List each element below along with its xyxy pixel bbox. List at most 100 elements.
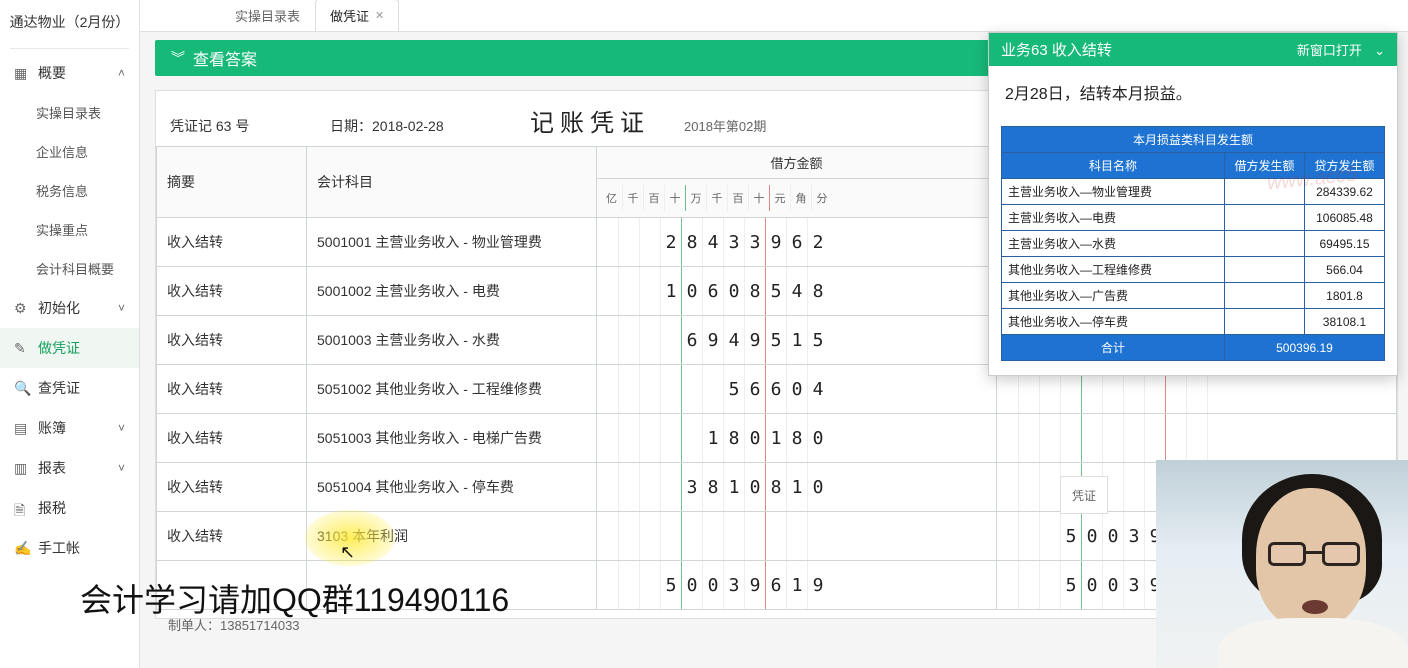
cell-account[interactable]: 5051003 其他业务收入 - 电梯广告费	[307, 414, 597, 463]
sidebar: 通达物业（2月份） ▦概要˄实操目录表企业信息税务信息实操重点会计科目概要⚙初始…	[0, 0, 140, 668]
answer-float-panel: 业务63 收入结转 新窗口打开 ⌄ 2月28日，结转本月损益。 www.acc5…	[988, 32, 1398, 376]
col-account: 会计科目	[307, 147, 597, 218]
digit-cell: 0	[681, 561, 702, 609]
sidebar-sub-item[interactable]: 实操重点	[0, 210, 139, 249]
digit-cell	[639, 414, 660, 462]
cell-credit[interactable]	[997, 414, 1397, 463]
tab-label: 实操目录表	[235, 6, 300, 25]
sidebar-item[interactable]: ▤账簿˅	[0, 408, 139, 448]
voucher-date: 日期：2018-02-28	[330, 116, 510, 136]
cell-debit[interactable]	[597, 512, 997, 561]
digit-cell: 6	[702, 267, 723, 315]
cell-debit[interactable]: 28433962	[597, 218, 997, 267]
fp-row: 主营业务收入—物业管理费284339.62	[1002, 179, 1385, 205]
cell-summary[interactable]: 收入结转	[157, 463, 307, 512]
sidebar-item-label: 账簿	[38, 418, 118, 438]
digit-cell	[618, 512, 639, 560]
sidebar-sub-item[interactable]: 实操目录表	[0, 93, 139, 132]
tab[interactable]: 实操目录表	[220, 0, 315, 31]
voucher-number: 凭证记 63 号	[170, 116, 330, 136]
fp-cell-credit: 106085.48	[1305, 205, 1385, 231]
digit-cell: 5	[660, 561, 681, 609]
digit-cell: 0	[807, 414, 828, 462]
cell-summary[interactable]: 收入结转	[157, 267, 307, 316]
digit-cell: 9	[744, 316, 765, 364]
digit-cell: 3	[1123, 512, 1144, 560]
cell-account[interactable]	[307, 561, 597, 610]
side-card[interactable]: 凭证	[1060, 476, 1108, 514]
cell-summary[interactable]: 收入结转	[157, 218, 307, 267]
cell-summary[interactable]: 收入结转	[157, 512, 307, 561]
cell-debit[interactable]: 6949515	[597, 316, 997, 365]
sidebar-item[interactable]: ▥报表˅	[0, 448, 139, 488]
cell-debit[interactable]: 56604	[597, 365, 997, 414]
voucher-maker: 制单人：13851714033	[168, 615, 300, 634]
cell-debit[interactable]: 50039619	[597, 561, 997, 610]
cell-account[interactable]: 5051004 其他业务收入 - 停车费	[307, 463, 597, 512]
sidebar-item[interactable]: 🔍查凭证	[0, 368, 139, 408]
cell-account[interactable]: 5001003 主营业务收入 - 水费	[307, 316, 597, 365]
cell-summary[interactable]: 收入结转	[157, 414, 307, 463]
digit-cell	[618, 218, 639, 266]
sidebar-sub-item[interactable]: 企业信息	[0, 132, 139, 171]
digit-cell: 0	[1102, 561, 1123, 609]
fp-col-credit: 贷方发生额	[1305, 153, 1385, 179]
pen-icon: ✎	[14, 340, 30, 356]
unit-cell: 百	[727, 185, 748, 211]
digit-cell: 6	[681, 316, 702, 364]
sidebar-item[interactable]: ✍手工帐	[0, 528, 139, 568]
voucher-period: 2018年第02期	[684, 116, 766, 135]
sidebar-item[interactable]: 🗎报税	[0, 488, 139, 528]
cell-summary[interactable]	[157, 561, 307, 610]
sidebar-item[interactable]: ✎ 做凭证	[0, 328, 139, 368]
cell-account[interactable]: 3103 本年利润	[307, 512, 597, 561]
digit-cell: 1	[702, 414, 723, 462]
voucher-row[interactable]: 收入结转 5051003 其他业务收入 - 电梯广告费 180180	[157, 414, 1397, 463]
fp-total-label: 合计	[1002, 335, 1225, 361]
fp-row: 主营业务收入—电费106085.48	[1002, 205, 1385, 231]
close-icon[interactable]: ✕	[375, 9, 384, 22]
hand-icon: ✍	[14, 540, 30, 556]
fp-cell-name: 其他业务收入—广告费	[1002, 283, 1225, 309]
digit-cell	[1165, 414, 1186, 462]
digit-cell	[681, 414, 702, 462]
digit-cell: 4	[723, 316, 744, 364]
gear-icon: ⚙	[14, 300, 30, 316]
sidebar-sub-item[interactable]: 会计科目概要	[0, 249, 139, 288]
cell-debit[interactable]: 3810810	[597, 463, 997, 512]
digit-cell	[723, 512, 744, 560]
digit-cell	[681, 365, 702, 413]
digit-cell: 5	[1060, 512, 1081, 560]
digit-cell	[660, 512, 681, 560]
open-new-window-link[interactable]: 新窗口打开	[1297, 43, 1362, 58]
digit-cell: 4	[702, 218, 723, 266]
sidebar-item[interactable]: ▦概要˄	[0, 53, 139, 93]
digit-cell: 0	[723, 267, 744, 315]
fp-cell-credit: 1801.8	[1305, 283, 1385, 309]
chevron-icon: ˄	[118, 66, 125, 80]
digit-cell	[702, 512, 723, 560]
cell-debit[interactable]: 10608548	[597, 267, 997, 316]
sidebar-sub-item[interactable]: 税务信息	[0, 171, 139, 210]
report-icon: ▥	[14, 460, 30, 476]
digit-cell	[639, 561, 660, 609]
cell-summary[interactable]: 收入结转	[157, 316, 307, 365]
cell-summary[interactable]: 收入结转	[157, 365, 307, 414]
chevron-down-icon[interactable]: ⌄	[1374, 43, 1385, 58]
cell-account[interactable]: 5051002 其他业务收入 - 工程维修费	[307, 365, 597, 414]
sidebar-item-label: 做凭证	[38, 338, 125, 358]
digit-cell: 5	[1060, 561, 1081, 609]
digit-cell: 8	[765, 463, 786, 511]
digit-cell	[597, 218, 618, 266]
sidebar-item[interactable]: ⚙初始化˅	[0, 288, 139, 328]
cell-account[interactable]: 5001001 主营业务收入 - 物业管理费	[307, 218, 597, 267]
fp-cell-name: 其他业务收入—工程维修费	[1002, 257, 1225, 283]
unit-cell: 千	[706, 185, 727, 211]
digit-cell	[660, 414, 681, 462]
cell-account[interactable]: 5001002 主营业务收入 - 电费	[307, 267, 597, 316]
digit-cell	[1123, 414, 1144, 462]
cell-debit[interactable]: 180180	[597, 414, 997, 463]
tab[interactable]: 做凭证✕	[315, 0, 399, 31]
digit-cell: 3	[744, 218, 765, 266]
fp-col-debit: 借方发生额	[1225, 153, 1305, 179]
